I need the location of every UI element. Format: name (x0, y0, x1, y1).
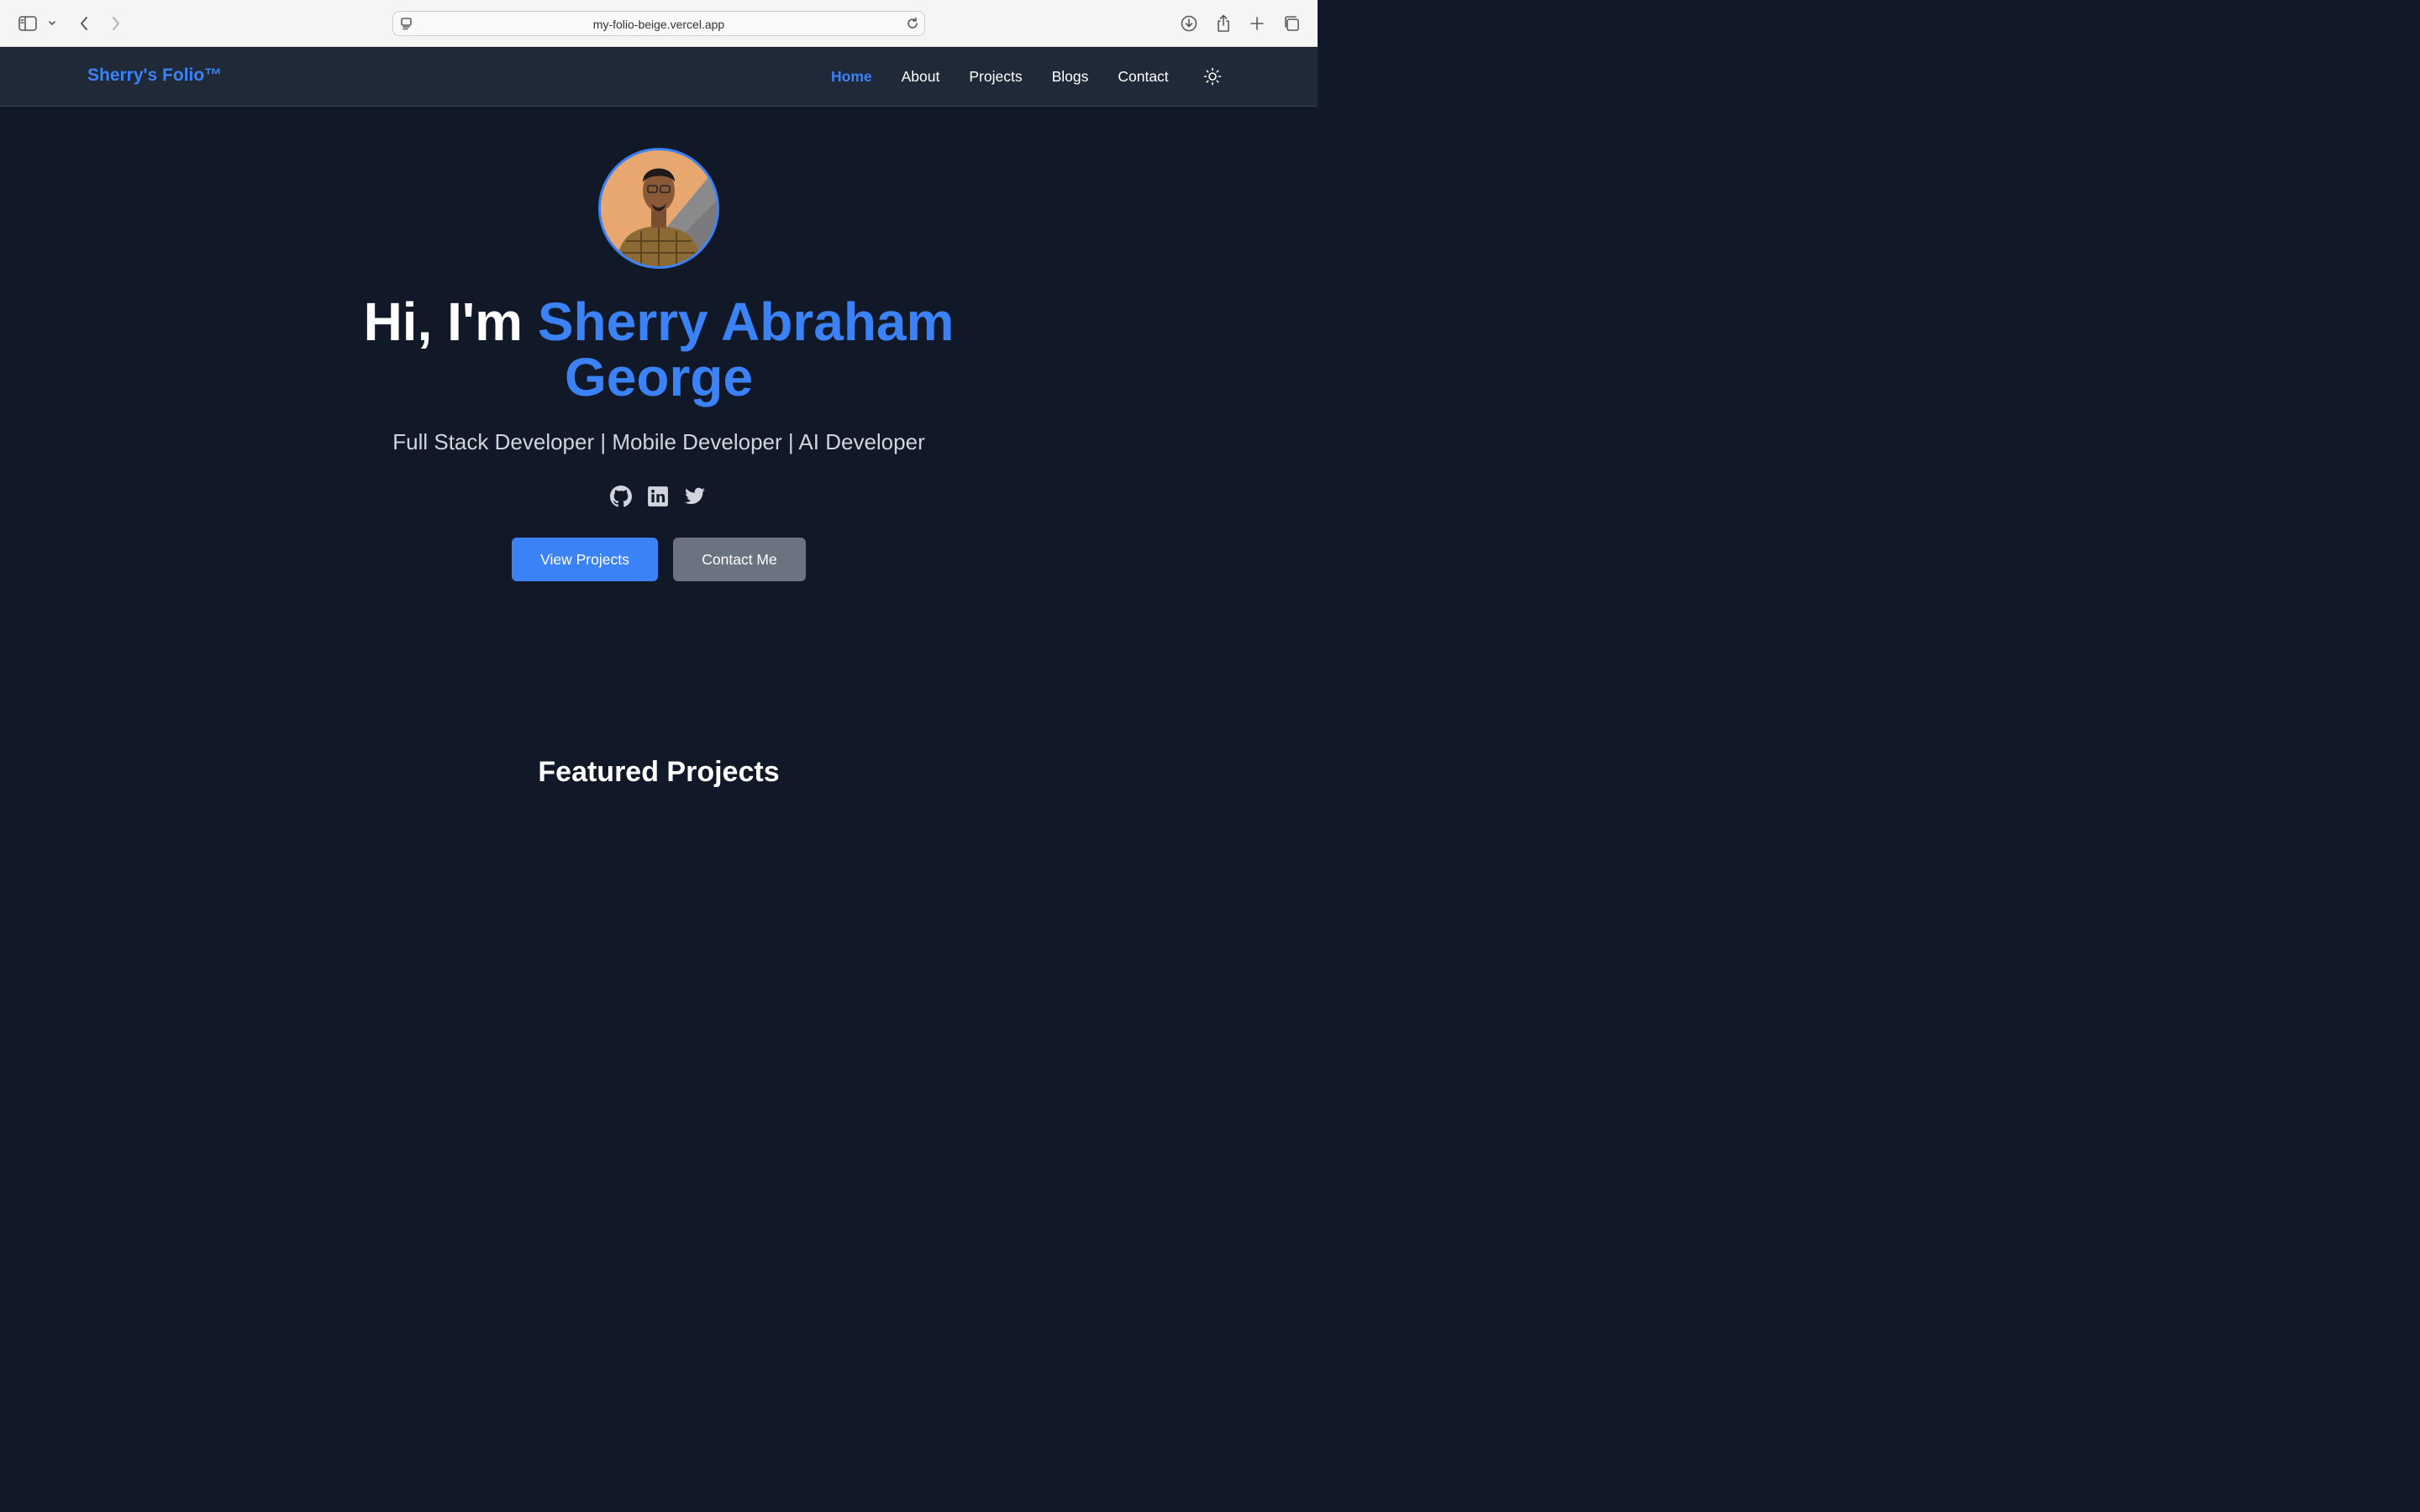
profile-avatar (598, 148, 719, 269)
download-icon[interactable] (1177, 12, 1201, 35)
github-icon[interactable] (610, 486, 632, 507)
hero-name-line1: Sherry Abraham (537, 291, 955, 352)
browser-toolbar: my-folio-beige.vercel.app (0, 0, 1318, 47)
chevron-down-icon[interactable] (44, 12, 60, 35)
hero-title: Hi, I'm Sherry Abraham George (0, 294, 1318, 405)
contact-me-button[interactable]: Contact Me (673, 538, 806, 581)
url-text: my-folio-beige.vercel.app (592, 18, 725, 31)
new-tab-icon[interactable] (1245, 12, 1269, 35)
featured-projects-heading: Featured Projects (538, 756, 780, 788)
brand-logo[interactable]: Sherry's Folio™ (87, 66, 222, 86)
view-projects-button[interactable]: View Projects (512, 538, 658, 581)
nav-link-blogs[interactable]: Blogs (1052, 68, 1089, 86)
sun-icon[interactable] (1203, 67, 1222, 86)
share-icon[interactable] (1212, 12, 1235, 35)
sidebar-icon[interactable] (16, 12, 39, 35)
reload-icon[interactable] (906, 17, 919, 34)
hero-greeting: Hi, I'm (363, 291, 538, 352)
nav-link-about[interactable]: About (902, 68, 940, 86)
site-navbar: Sherry's Folio™ Home About Projects Blog… (0, 48, 1318, 107)
twitter-icon[interactable] (684, 486, 706, 507)
address-bar[interactable]: my-folio-beige.vercel.app (392, 11, 925, 36)
social-links (610, 486, 706, 507)
tabs-overview-icon[interactable] (1280, 12, 1303, 35)
nav-links: Home About Projects Blogs Contact (831, 68, 1198, 86)
forward-icon[interactable] (104, 12, 128, 35)
nav-link-projects[interactable]: Projects (969, 68, 1022, 86)
hero-name-line2: George (564, 347, 754, 407)
hero-subtitle: Full Stack Developer | Mobile Developer … (392, 429, 925, 454)
back-icon[interactable] (72, 12, 96, 35)
linkedin-icon[interactable] (647, 486, 669, 507)
nav-link-contact[interactable]: Contact (1118, 68, 1168, 86)
nav-link-home[interactable]: Home (831, 68, 872, 86)
